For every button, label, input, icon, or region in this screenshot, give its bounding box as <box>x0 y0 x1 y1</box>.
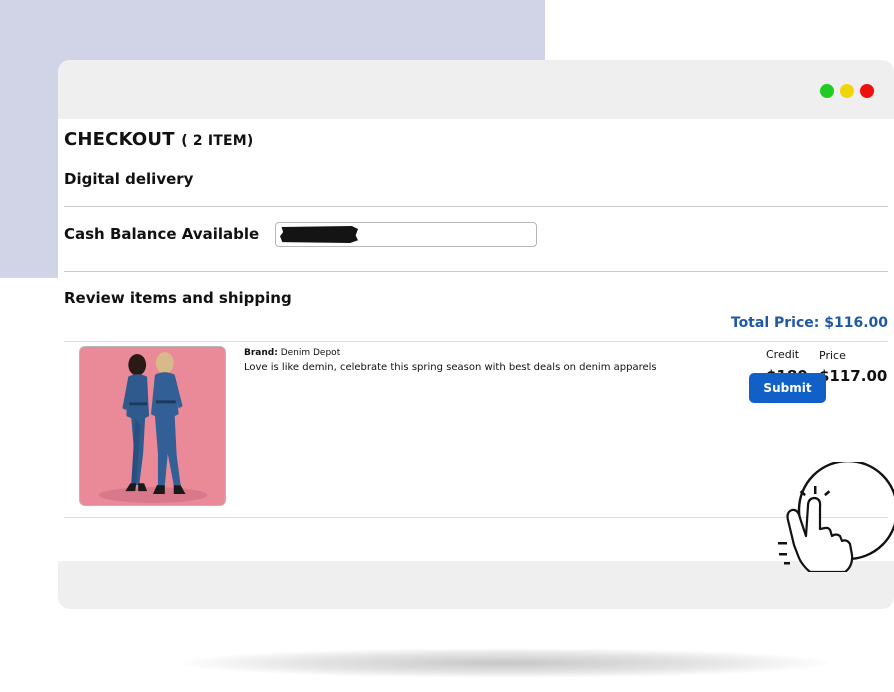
total-price: Total Price: $116.00 <box>731 315 888 331</box>
total-label: Total Price: <box>730 315 820 331</box>
credit-header: Credit <box>766 348 800 361</box>
product-image[interactable] <box>79 346 226 506</box>
redacted-value <box>280 226 358 243</box>
price-value: $117.00 <box>819 367 888 385</box>
product-description: Love is like demin, celebrate this sprin… <box>244 362 657 373</box>
product-brand: Brand: Denim Depot <box>244 348 340 358</box>
item-count: ( 2 ITEM) <box>181 133 254 149</box>
minimize-dot[interactable] <box>840 84 854 98</box>
review-heading: Review items and shipping <box>64 289 292 307</box>
page-title: CHECKOUT ( 2 ITEM) <box>64 129 254 150</box>
delivery-type: Digital delivery <box>64 170 194 188</box>
checkout-window: CHECKOUT ( 2 ITEM) Digital delivery Cash… <box>58 60 894 609</box>
divider <box>64 271 888 272</box>
close-dot[interactable] <box>860 84 874 98</box>
submit-button[interactable]: Submit <box>749 373 826 403</box>
brand-name: Denim Depot <box>280 348 341 358</box>
checkout-panel: CHECKOUT ( 2 ITEM) Digital delivery Cash… <box>58 119 894 561</box>
divider <box>64 206 888 207</box>
total-value: $116.00 <box>824 315 888 331</box>
cart-item: Brand: Denim Depot Love is like demin, c… <box>64 341 888 518</box>
maximize-dot[interactable] <box>820 84 834 98</box>
cash-balance-label: Cash Balance Available <box>64 225 260 243</box>
hand-pointer-icon <box>770 462 894 572</box>
brand-label: Brand: <box>244 348 278 358</box>
cash-balance-field[interactable] <box>275 222 537 247</box>
price-header: Price <box>819 349 846 362</box>
title-text: CHECKOUT <box>64 129 175 150</box>
window-titlebar <box>58 60 894 119</box>
window-footer <box>58 561 894 609</box>
window-shadow <box>180 648 830 678</box>
